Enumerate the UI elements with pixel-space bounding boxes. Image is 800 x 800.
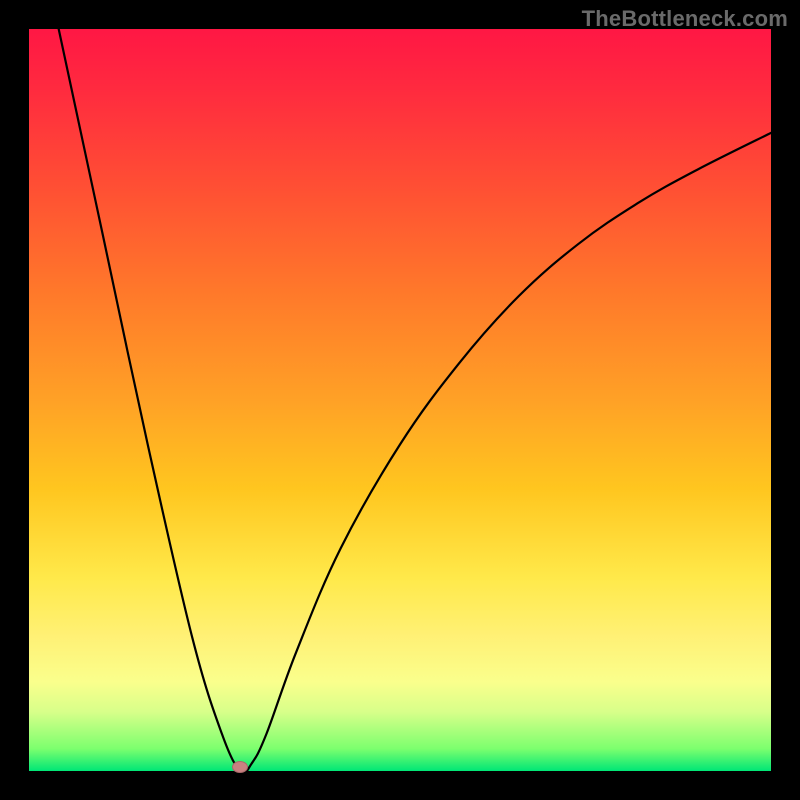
curve-svg	[29, 29, 771, 771]
plot-area	[29, 29, 771, 771]
watermark-text: TheBottleneck.com	[582, 6, 788, 32]
chart-frame: TheBottleneck.com	[0, 0, 800, 800]
bottleneck-curve	[59, 29, 771, 771]
min-point-marker	[232, 761, 248, 773]
